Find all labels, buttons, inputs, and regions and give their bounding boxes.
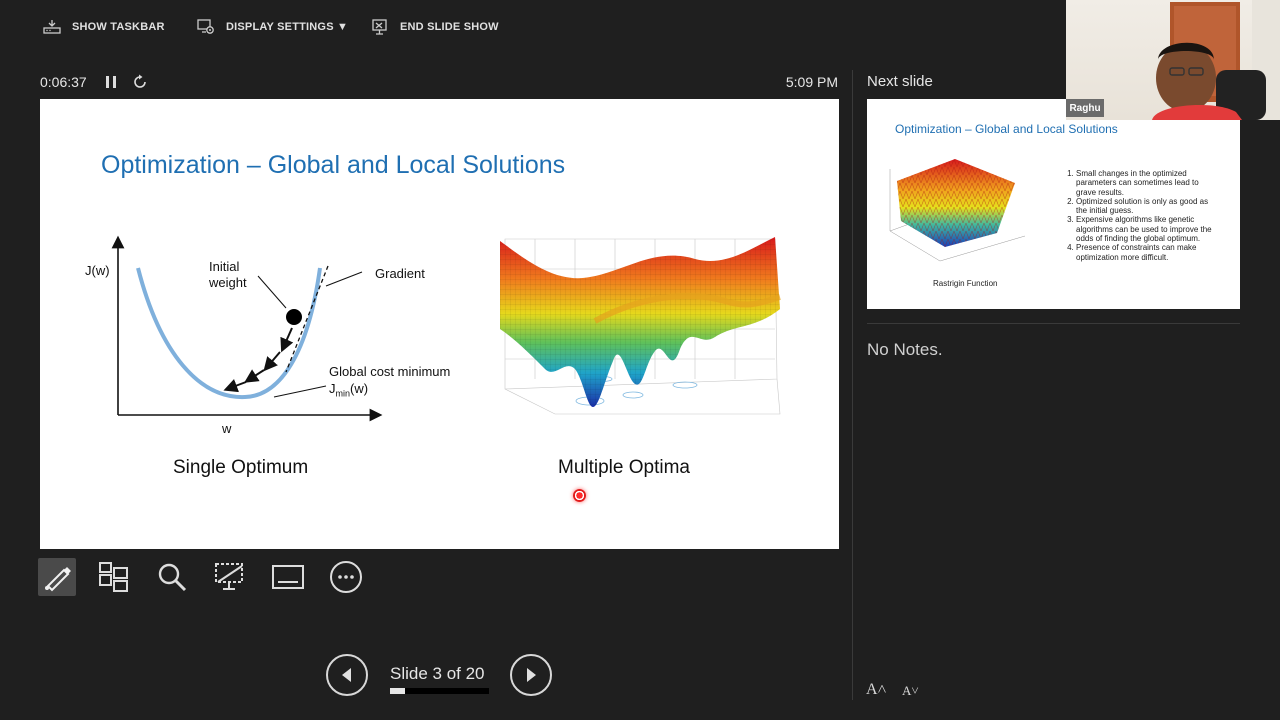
next-slide-preview[interactable]: Optimization – Global and Local Solution… xyxy=(867,99,1240,309)
next-slide-bullet: Expensive algorithms like genetic algori… xyxy=(1076,215,1216,243)
pause-icon[interactable] xyxy=(104,75,118,89)
jmin-label: Jmin(w) xyxy=(329,381,368,402)
see-all-slides-button[interactable] xyxy=(95,558,133,596)
end-slide-show-button[interactable]: END SLIDE SHOW xyxy=(370,16,499,38)
global-min-label: Global cost minimum xyxy=(329,364,451,379)
current-slide[interactable]: Optimization – Global and Local Solution… xyxy=(40,99,839,549)
more-icon xyxy=(330,561,362,593)
zoom-button[interactable] xyxy=(153,558,191,596)
clock: 5:09 PM xyxy=(785,74,838,90)
x-axis-label: w xyxy=(222,421,232,436)
increase-font-icon[interactable]: A˄ xyxy=(866,681,887,699)
notes-font-controls: A˄ A˅ xyxy=(866,681,926,699)
slide-title: Optimization – Global and Local Solution… xyxy=(101,151,566,179)
end-slide-show-label: END SLIDE SHOW xyxy=(400,21,499,33)
gradient-label: Gradient xyxy=(375,266,425,281)
participant-name-tag: Raghu xyxy=(1066,99,1104,117)
screen-toggle-icon xyxy=(215,563,243,590)
more-options-button[interactable] xyxy=(327,558,365,596)
next-slide-bullet: Small changes in the optimized parameter… xyxy=(1076,169,1216,197)
pen-icon xyxy=(45,567,71,592)
descent-arrow-4 xyxy=(223,378,247,393)
gradient-pointer xyxy=(325,271,363,287)
elapsed-timer: 0:06:37 xyxy=(40,74,87,90)
show-taskbar-label: SHOW TASKBAR xyxy=(72,21,165,33)
next-slide-bullet: Optimized solution is only as good as th… xyxy=(1076,197,1216,216)
taskbar-icon xyxy=(43,20,61,34)
surface-mesh xyxy=(500,237,780,407)
subtitles-icon xyxy=(272,565,304,589)
descent-arrow-1 xyxy=(280,327,294,353)
speaker-notes: No Notes. xyxy=(867,340,943,359)
slide-navigation: Slide 3 of 20 xyxy=(326,654,556,696)
minimum-pointer xyxy=(273,385,327,398)
multiple-optima-surface xyxy=(500,237,781,415)
display-settings-button[interactable]: DISPLAY SETTINGS ▼ xyxy=(196,16,348,38)
next-slide-title: Optimization – Global and Local Solution… xyxy=(895,122,1118,136)
end-show-icon xyxy=(372,19,387,35)
rastrigin-caption: Rastrigin Function xyxy=(933,279,998,288)
initial-weight-label: Initial weight xyxy=(209,259,247,291)
initial-weight-dot xyxy=(286,309,302,325)
pane-divider[interactable] xyxy=(852,70,853,700)
descent-arrow-2 xyxy=(263,351,281,372)
previous-slide-button[interactable] xyxy=(326,654,368,696)
single-optimum-diagram xyxy=(111,235,383,422)
chevron-left-icon xyxy=(342,668,351,682)
rastrigin-spikes xyxy=(897,159,1015,247)
initial-weight-line1: Initial xyxy=(209,259,240,274)
slide-progress-fill xyxy=(390,688,405,694)
display-settings-label: DISPLAY SETTINGS ▼ xyxy=(226,21,349,33)
laser-pointer xyxy=(573,489,586,502)
slide-progress-bar xyxy=(390,688,489,694)
pen-tool-button[interactable] xyxy=(38,558,76,596)
caption-single-optimum: Single Optimum xyxy=(173,457,309,478)
slide-counter: Slide 3 of 20 xyxy=(390,664,485,683)
subtitles-button[interactable] xyxy=(269,558,307,596)
next-slide-bullet: Presence of constraints can make optimiz… xyxy=(1076,243,1216,262)
slides-grid-icon xyxy=(99,562,128,592)
y-axis-label: J(w) xyxy=(85,263,110,278)
caption-multiple-optima: Multiple Optima xyxy=(558,457,690,478)
show-taskbar-button[interactable]: SHOW TASKBAR xyxy=(42,16,165,38)
black-screen-button[interactable] xyxy=(211,558,249,596)
initial-weight-line2: weight xyxy=(209,275,247,290)
initial-weight-pointer xyxy=(257,275,287,309)
jmin-sub: min xyxy=(335,388,351,399)
next-slide-label: Next slide xyxy=(867,73,933,90)
rastrigin-plot xyxy=(889,159,1026,262)
timer-row: 0:06:37 5:09 PM xyxy=(40,72,840,94)
next-slide-button[interactable] xyxy=(510,654,552,696)
next-slide-bullets: Small changes in the optimized parameter… xyxy=(1066,169,1216,262)
display-settings-icon xyxy=(197,19,214,34)
magnifier-icon xyxy=(158,563,187,592)
decrease-font-icon[interactable]: A˅ xyxy=(902,683,919,699)
chevron-right-icon xyxy=(527,668,536,682)
restart-icon[interactable] xyxy=(132,74,148,90)
notes-divider xyxy=(867,323,1240,324)
jmin-w: (w) xyxy=(350,381,369,396)
descent-arrow-3 xyxy=(244,369,265,383)
